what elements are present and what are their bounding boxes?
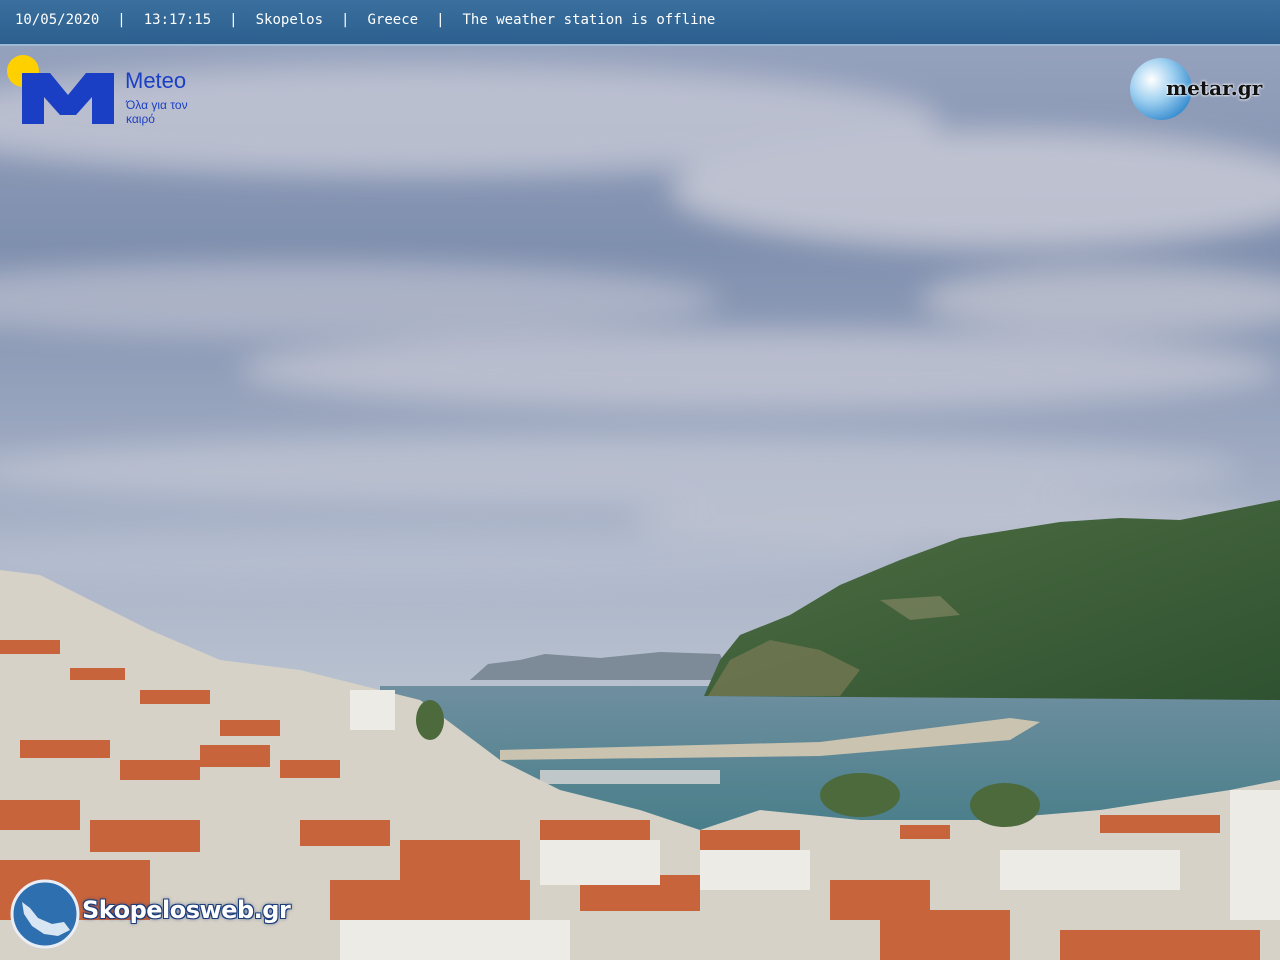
webcam-scene [0,0,1280,960]
separator: | [436,12,445,28]
info-bar: 10/05/2020 | 13:17:15 | Skopelos | Greec… [0,0,1280,46]
status-text: The weather station is offline [462,12,716,28]
separator: | [341,12,350,28]
separator: | [117,12,126,28]
separator: | [229,12,238,28]
m-letter-icon [22,73,114,124]
skopelos-logo [10,879,80,949]
meteo-brand: Meteo [125,68,187,93]
date-text: 10/05/2020 [15,12,100,28]
skopelos-brand: Skopelosweb.gr [82,896,291,924]
time-text: 13:17:15 [143,12,212,28]
metar-brand: metar.gr [1166,76,1263,100]
meteo-tagline: Όλα για τον καιρό [126,98,188,126]
country-text: Greece [367,12,419,28]
location-text: Skopelos [255,12,324,28]
